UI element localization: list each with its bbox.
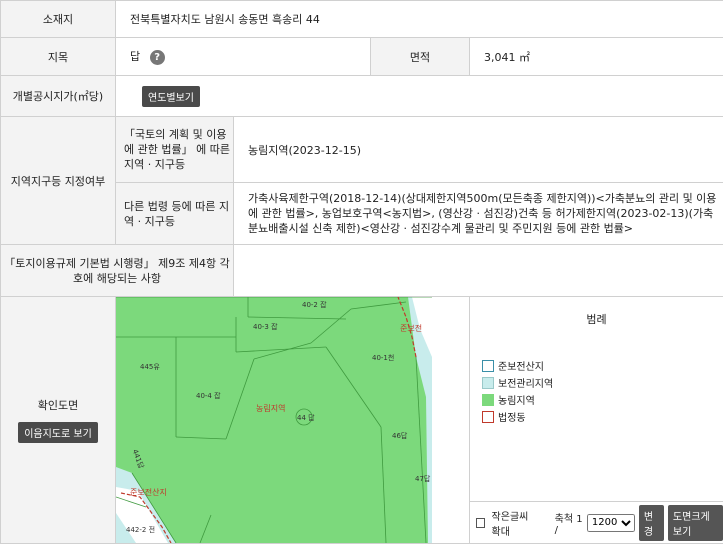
legend-swatch-semi-forest [482,360,494,372]
map-drawing [116,297,432,543]
zoning-row1-label: 「국토의 계획 및 이용에 관한 법률」 에 따른 지역 · 지구등 [116,117,234,183]
zoning-row1-value: 농림지역(2023-12-15) [234,117,723,183]
location-label: 소재지 [1,1,116,38]
small-font-label: 작은글씨확대 [492,508,537,538]
legend-label-agri: 농림지역 [498,392,535,407]
land-use-map[interactable]: 40-2 잡 40-3 잡 40-1천 445유 40-4 잡 농림지역 44 … [116,297,432,543]
official-price-label: 개별공시지가(㎡당) [1,76,116,117]
legend-item-legal-dong: 법정동 [482,408,723,425]
decree-value [234,245,723,297]
legend-label-semi-forest: 준보전산지 [498,358,544,373]
legend-swatch-legal-dong [482,411,494,423]
decree-label: 「토지이용규제 기본법 시행령」 제9조 제4항 각 호에 해당되는 사항 [1,245,234,297]
location-value: 전북특별자치도 남원시 송동면 흑송리 44 [116,1,723,38]
map-label-445: 445유 [140,362,160,372]
legend-panel: 범례 준보전산지 보전관리지역 농림지역 법정동 [470,297,723,544]
enlarge-map-button[interactable]: 도면크게보기 [668,505,723,541]
area-value: 3,041 ㎡ [470,38,723,76]
zoning-row2-value: 가축사육제한구역(2018-12-14)(상대제한지역500m(모든축종 제한지… [234,183,723,245]
change-button[interactable]: 변경 [639,505,664,541]
map-label-46: 46답 [392,431,407,441]
map-label-47: 47답 [415,474,430,484]
zoning-label: 지역지구등 지정여부 [1,117,116,245]
map-control-bar: 작은글씨확대 축척 1 / 1200 변경 도면크게보기 [470,501,723,543]
map-cell: 40-2 잡 40-3 잡 40-1천 445유 40-4 잡 농림지역 44 … [116,297,470,544]
map-section-label-cell: 확인도면 이음지도로 보기 [1,297,116,544]
legend-label-legal-dong: 법정동 [498,409,526,424]
legend-label-conservation: 보전관리지역 [498,375,553,390]
map-label-agri-zone: 농림지역 [256,403,285,414]
legend-item-conservation: 보전관리지역 [482,374,723,391]
zoning-row2-label: 다른 법령 등에 따른 지역 · 지구등 [116,183,234,245]
legend-item-semi-forest: 준보전산지 [482,357,723,374]
map-label-semi-forest-left: 준보전산지 [130,487,167,498]
jimok-value: 답 [130,50,140,63]
map-label-40-3: 40-3 잡 [253,322,278,332]
area-label: 면적 [371,38,470,76]
yearly-view-button[interactable]: 연도별보기 [142,86,200,107]
legend-list: 준보전산지 보전관리지역 농림지역 법정동 [470,327,723,425]
map-section-label: 확인도면 [1,397,115,413]
legend-item-agri: 농림지역 [482,391,723,408]
legend-swatch-agri [482,394,494,406]
map-label-40-4: 40-4 잡 [196,391,221,401]
map-label-44: 44 답 [297,413,315,423]
map-label-40-1: 40-1천 [372,353,394,363]
small-font-checkbox[interactable] [476,518,485,528]
jimok-cell: 답 ? [116,38,371,76]
scale-label: 축척 1 / [555,510,583,536]
eum-map-button[interactable]: 이음지도로 보기 [18,422,98,443]
official-price-cell: 연도별보기 [116,76,723,117]
jimok-label: 지목 [1,38,116,76]
map-label-40-2: 40-2 잡 [302,300,327,310]
help-icon[interactable]: ? [150,50,165,65]
legend-title: 범례 [470,297,723,327]
map-label-442-2: 442-2 전 [126,525,155,535]
scale-select[interactable]: 1200 [587,514,635,532]
map-label-semi-forest-right: 준보전 [400,323,422,334]
legend-swatch-conservation [482,377,494,389]
